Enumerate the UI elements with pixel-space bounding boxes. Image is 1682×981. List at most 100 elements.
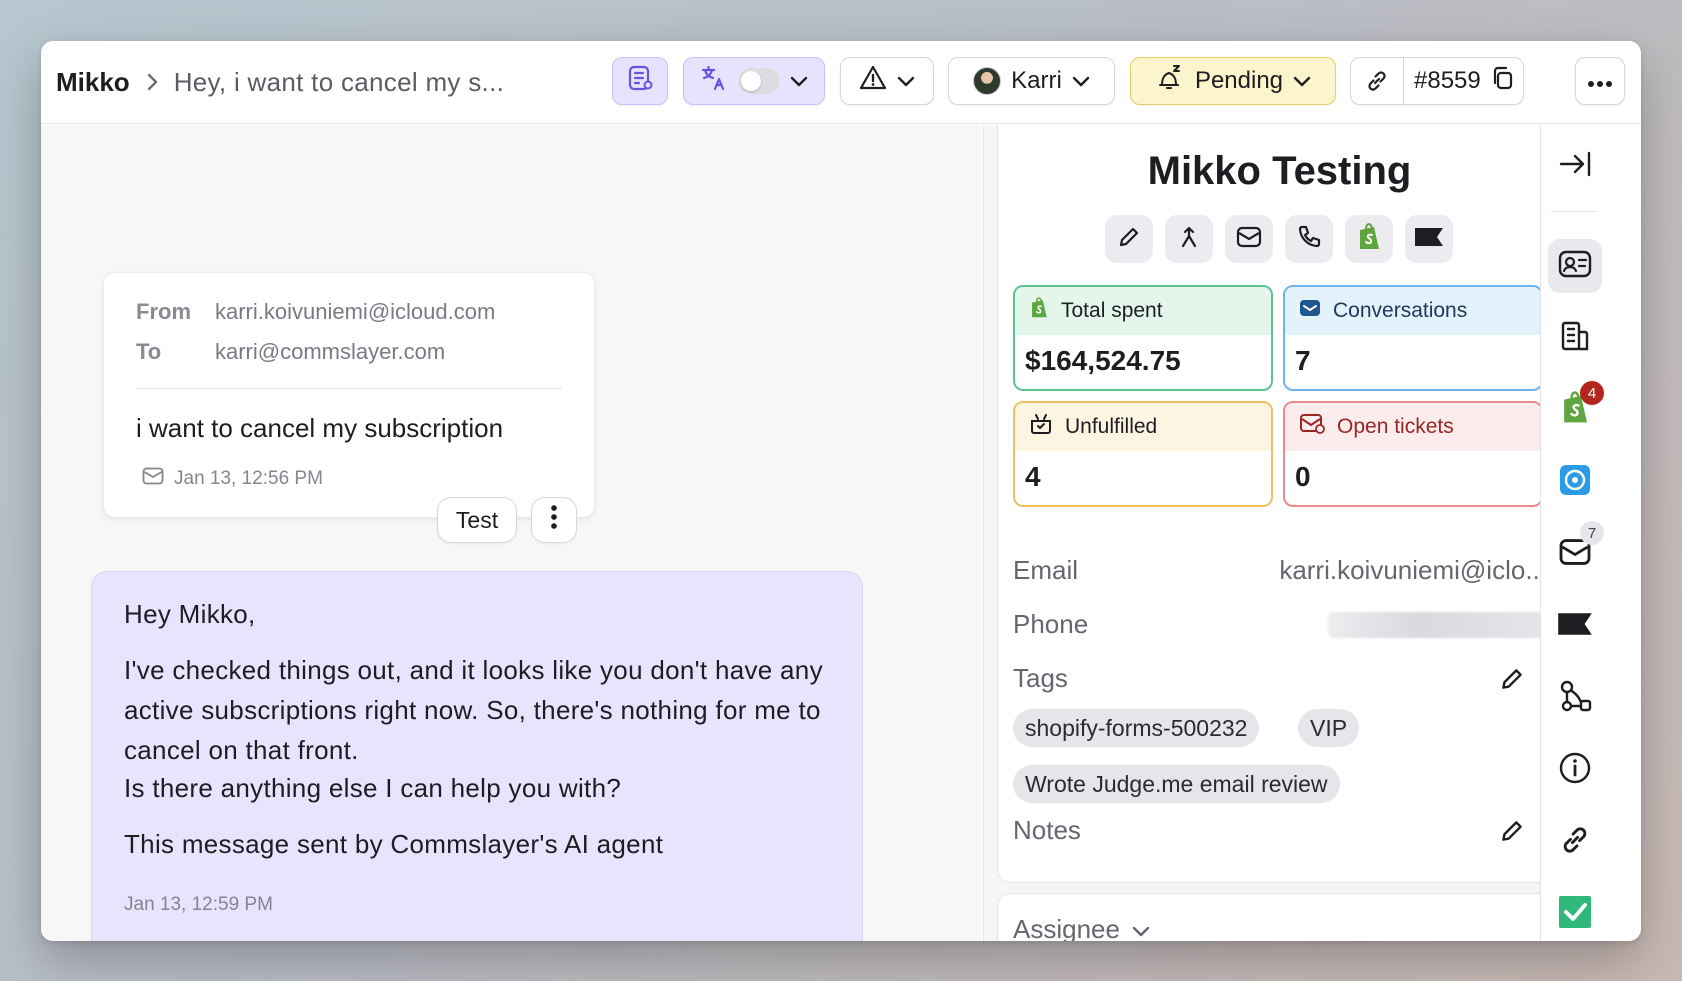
- avatar: [973, 67, 1002, 95]
- divider: [1551, 211, 1597, 212]
- breadcrumb-contact[interactable]: Mikko: [56, 67, 130, 98]
- flag-icon: [1414, 227, 1444, 252]
- stat-label: Conversations: [1333, 299, 1468, 322]
- reply-signature: This message sent by Commslayer's AI age…: [124, 829, 664, 859]
- from-label: From: [136, 299, 191, 324]
- call-customer-button[interactable]: [1285, 215, 1333, 263]
- snooze-icon: [1155, 63, 1185, 100]
- tags-label: Tags: [1013, 663, 1068, 693]
- mail-open-icon: [1299, 413, 1325, 441]
- rail-integration[interactable]: [1548, 455, 1602, 509]
- rail-flag[interactable]: [1548, 599, 1602, 653]
- stat-unfulfilled[interactable]: Unfulfilled 4: [1013, 401, 1273, 507]
- more-vertical-icon: [550, 504, 558, 536]
- rail-links[interactable]: [1548, 815, 1602, 869]
- stat-label: Open tickets: [1337, 415, 1454, 438]
- message-options-button[interactable]: [531, 497, 577, 543]
- notification-badge: 7: [1580, 521, 1604, 545]
- edit-tags-pencil-icon[interactable]: [1498, 665, 1526, 698]
- app-integration-icon: [1559, 464, 1591, 501]
- merge-customer-button[interactable]: [1165, 215, 1213, 263]
- side-rail: 4 7: [1540, 125, 1610, 941]
- rail-workflows[interactable]: [1548, 671, 1602, 725]
- notes-label: Notes: [1013, 815, 1081, 845]
- incoming-email-message: From karri.koivuniemi@icloud.com To karri@…: [103, 272, 595, 518]
- chevron-down-icon: [1072, 67, 1090, 95]
- test-button[interactable]: Test: [437, 497, 517, 543]
- rail-company[interactable]: [1548, 311, 1602, 365]
- summary-button[interactable]: [612, 57, 668, 105]
- to-address: karri@commslayer.com: [215, 339, 446, 364]
- mail-icon: [142, 467, 164, 491]
- shopify-icon: [1029, 296, 1049, 326]
- mail-icon: [1236, 226, 1262, 253]
- email-to-row: To karri@commslayer.com: [136, 339, 445, 365]
- email-body: i want to cancel my subscription: [136, 413, 504, 443]
- chevron-right-icon: [146, 72, 160, 92]
- ai-agent-reply: Hey Mikko, I've checked things out, and …: [91, 571, 863, 941]
- rail-reviews[interactable]: [1548, 887, 1602, 941]
- status-label: Pending: [1194, 67, 1284, 94]
- translate-toggle[interactable]: [738, 68, 780, 94]
- chevron-down-icon: [1132, 914, 1150, 941]
- customer-email[interactable]: karri.koivuniemi@iclo...: [1279, 555, 1547, 586]
- document-sparkle-icon: [626, 64, 654, 99]
- stat-conversations[interactable]: Conversations 7: [1283, 285, 1543, 391]
- stat-value: 7: [1295, 345, 1311, 376]
- customer-panel: Mikko Testing Total spent $164,524.75 Co…: [983, 125, 1610, 941]
- notification-badge: 4: [1580, 381, 1604, 405]
- divider: [1403, 57, 1404, 105]
- rail-contact-card[interactable]: [1548, 239, 1602, 293]
- divider: [136, 388, 562, 389]
- assignee-header[interactable]: Assignee: [1013, 914, 1150, 941]
- warning-icon: [859, 64, 887, 99]
- edit-notes-pencil-icon[interactable]: [1498, 817, 1526, 850]
- edit-customer-button[interactable]: [1105, 215, 1153, 263]
- translate-toggle-button[interactable]: [683, 57, 825, 105]
- customer-name: Mikko Testing: [1147, 149, 1412, 193]
- rail-shopify[interactable]: 4: [1548, 381, 1604, 437]
- status-dropdown[interactable]: Pending: [1130, 57, 1336, 105]
- contact-card-icon: [1558, 250, 1592, 283]
- tag-chip[interactable]: Wrote Judge.me email review: [1013, 765, 1340, 803]
- stat-value: 4: [1025, 461, 1041, 492]
- shopify-button[interactable]: [1345, 215, 1393, 263]
- pencil-icon: [1116, 224, 1142, 255]
- link-icon: [1558, 823, 1592, 862]
- ticket-header: Mikko Hey, i want to cancel my s... Karr…: [41, 41, 1641, 124]
- collapse-panel-button[interactable]: [1548, 139, 1602, 193]
- copy-icon[interactable]: [1491, 65, 1515, 98]
- package-icon: [1029, 412, 1053, 442]
- to-label: To: [136, 339, 162, 364]
- app-window: Mikko Hey, i want to cancel my s... Karr…: [41, 41, 1641, 941]
- customer-phone-redacted: [1328, 612, 1553, 638]
- email-timestamp: Jan 13, 12:56 PM: [142, 467, 323, 491]
- tag-chip[interactable]: shopify-forms-500232: [1013, 709, 1260, 747]
- phone-icon: [1296, 224, 1322, 255]
- rail-info[interactable]: [1548, 743, 1602, 797]
- chevron-down-icon: [897, 67, 915, 95]
- more-options-button[interactable]: [1575, 57, 1625, 105]
- more-horizontal-icon: [1587, 67, 1613, 95]
- flag-button[interactable]: [1405, 215, 1453, 263]
- email-from-row: From karri.koivuniemi@icloud.com: [136, 299, 495, 325]
- phone-label: Phone: [1013, 609, 1089, 639]
- assignee-label: Assignee: [1013, 914, 1120, 941]
- assignee-dropdown[interactable]: Karri: [948, 57, 1115, 105]
- assignee-section[interactable]: Assignee: [997, 893, 1562, 941]
- link-icon[interactable]: [1351, 68, 1403, 94]
- reply-timestamp: Jan 13, 12:59 PM: [124, 894, 273, 915]
- stat-open-tickets[interactable]: Open tickets 0: [1283, 401, 1543, 507]
- building-icon: [1559, 320, 1591, 357]
- email-customer-button[interactable]: [1225, 215, 1273, 263]
- stat-total-spent: Total spent $164,524.75: [1013, 285, 1273, 391]
- tag-chip[interactable]: VIP: [1298, 709, 1360, 747]
- priority-dropdown[interactable]: [840, 57, 934, 105]
- reply-greeting: Hey Mikko,: [124, 599, 256, 629]
- reply-paragraph: Is there anything else I can help you wi…: [124, 773, 622, 803]
- stat-value: 0: [1295, 461, 1311, 492]
- conversation-thread[interactable]: From karri.koivuniemi@icloud.com To karri@…: [41, 125, 982, 941]
- rail-messages[interactable]: 7: [1548, 521, 1604, 581]
- customer-profile-card: Mikko Testing Total spent $164,524.75 Co…: [997, 125, 1562, 883]
- reply-paragraph: I've checked things out, and it looks li…: [124, 655, 823, 765]
